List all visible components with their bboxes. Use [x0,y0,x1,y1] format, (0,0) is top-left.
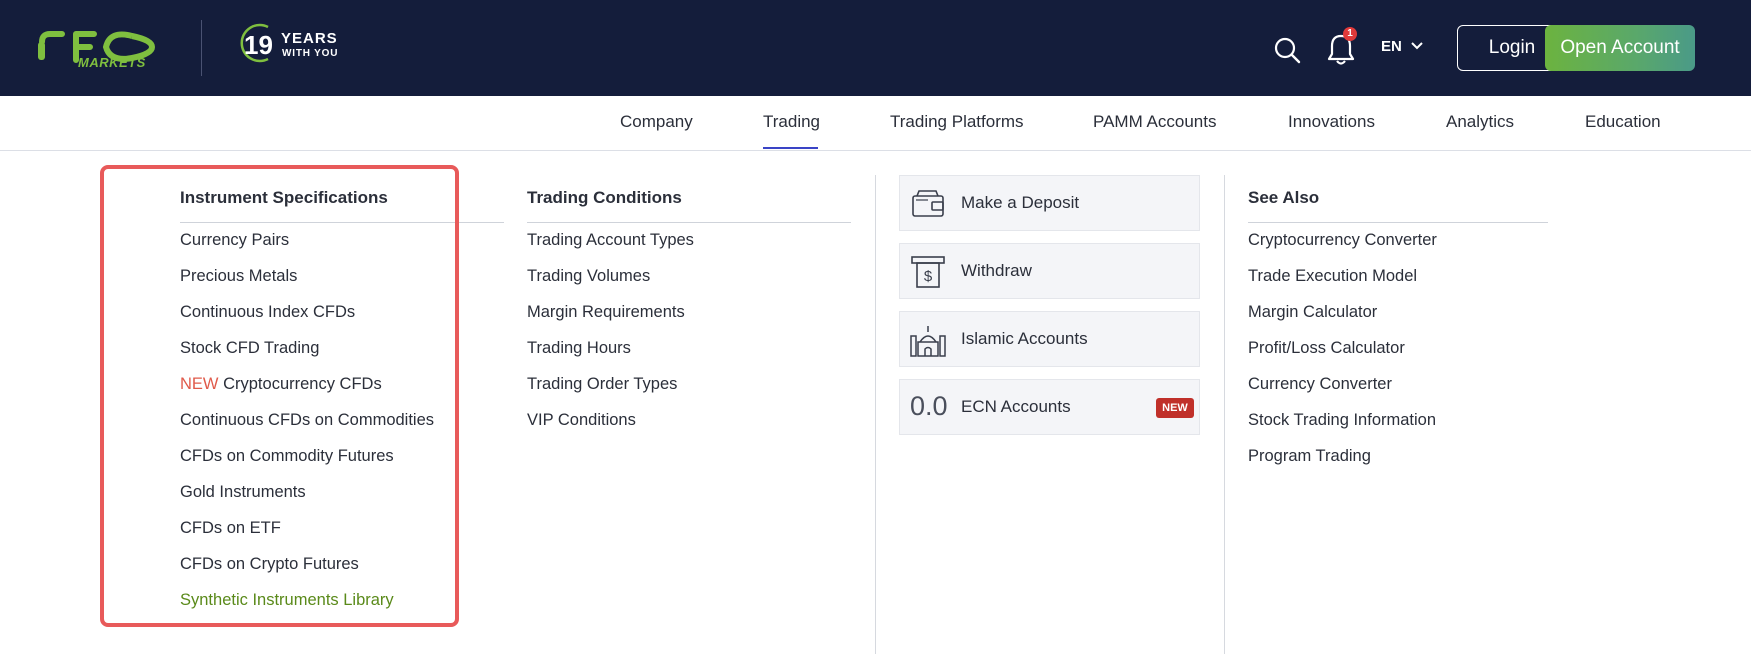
link-label: Cryptocurrency CFDs [223,375,382,393]
link-cfds-crypto-futures[interactable]: CFDs on Crypto Futures [180,555,359,574]
card-withdraw[interactable]: $ Withdraw [899,243,1200,299]
ecn-spread-value: 0.0 [910,391,948,421]
link-crypto-converter[interactable]: Cryptocurrency Converter [1248,231,1437,250]
column-rule [1248,222,1548,223]
trading-conditions-heading: Trading Conditions [527,188,682,207]
chevron-down-icon[interactable] [1410,41,1424,51]
column-divider [875,175,876,654]
nav-trading-platforms[interactable]: Trading Platforms [890,112,1024,132]
nav-company[interactable]: Company [620,112,693,132]
link-margin-calculator[interactable]: Margin Calculator [1248,303,1377,322]
card-label: Islamic Accounts [961,329,1088,348]
link-stock-cfd-trading[interactable]: Stock CFD Trading [180,339,319,358]
link-currency-pairs[interactable]: Currency Pairs [180,231,289,250]
nav-analytics[interactable]: Analytics [1446,112,1514,132]
nav-pamm-accounts[interactable]: PAMM Accounts [1093,112,1216,132]
atm-withdraw-icon: $ [911,256,945,288]
language-selector[interactable]: EN [1381,38,1402,55]
link-trading-account-types[interactable]: Trading Account Types [527,231,694,250]
open-account-button[interactable]: Open Account [1545,25,1695,71]
search-icon[interactable] [1273,36,1301,64]
link-trade-execution-model[interactable]: Trade Execution Model [1248,267,1417,286]
new-tag: NEW [180,375,219,393]
logo-subtitle: MARKETS [78,55,146,70]
notification-badge: 1 [1343,27,1357,41]
card-label: ECN Accounts [961,397,1071,416]
years-number: 19 [244,30,273,60]
link-profit-loss-calculator[interactable]: Profit/Loss Calculator [1248,339,1405,358]
nav-trading[interactable]: Trading [763,112,820,132]
link-margin-requirements[interactable]: Margin Requirements [527,303,685,322]
header-divider [201,20,202,76]
new-badge: NEW [1156,398,1194,418]
link-cryptocurrency-cfds[interactable]: NEW Cryptocurrency CFDs [180,375,382,394]
mosque-icon [910,326,946,357]
svg-text:$: $ [924,268,933,285]
link-program-trading[interactable]: Program Trading [1248,447,1371,466]
years-sublabel: WITH YOU [282,48,339,59]
nav-innovations[interactable]: Innovations [1288,112,1375,132]
link-continuous-cfds-commodities[interactable]: Continuous CFDs on Commodities [180,411,434,430]
nav-education[interactable]: Education [1585,112,1661,132]
link-cfds-etf[interactable]: CFDs on ETF [180,519,281,538]
column-rule [527,222,851,223]
link-trading-order-types[interactable]: Trading Order Types [527,375,677,394]
see-also-heading: See Also [1248,188,1320,207]
link-synthetic-instruments[interactable]: Synthetic Instruments Library [180,591,394,610]
top-header: MARKETS 19 YEARS WITH YOU 1 EN Login Ope… [0,0,1751,96]
link-stock-trading-info[interactable]: Stock Trading Information [1248,411,1436,430]
link-trading-hours[interactable]: Trading Hours [527,339,631,358]
link-continuous-index-cfds[interactable]: Continuous Index CFDs [180,303,355,322]
link-trading-volumes[interactable]: Trading Volumes [527,267,650,286]
link-vip-conditions[interactable]: VIP Conditions [527,411,636,430]
card-label: Make a Deposit [961,193,1080,212]
card-islamic-accounts[interactable]: Islamic Accounts [899,311,1200,367]
column-rule [180,222,504,223]
link-gold-instruments[interactable]: Gold Instruments [180,483,306,502]
link-currency-converter[interactable]: Currency Converter [1248,375,1392,394]
card-make-deposit[interactable]: Make a Deposit [899,175,1200,231]
card-label: Withdraw [961,261,1032,280]
years-label: YEARS [281,30,338,47]
link-precious-metals[interactable]: Precious Metals [180,267,297,286]
column-divider [1224,175,1225,654]
instrument-specs-heading: Instrument Specifications [180,188,388,207]
card-ecn-accounts[interactable]: 0.0 ECN Accounts NEW [899,379,1200,435]
wallet-icon [912,190,944,217]
active-tab-indicator [763,147,818,149]
link-cfds-commodity-futures[interactable]: CFDs on Commodity Futures [180,447,394,466]
main-nav: Company Trading Trading Platforms PAMM A… [0,96,1751,151]
